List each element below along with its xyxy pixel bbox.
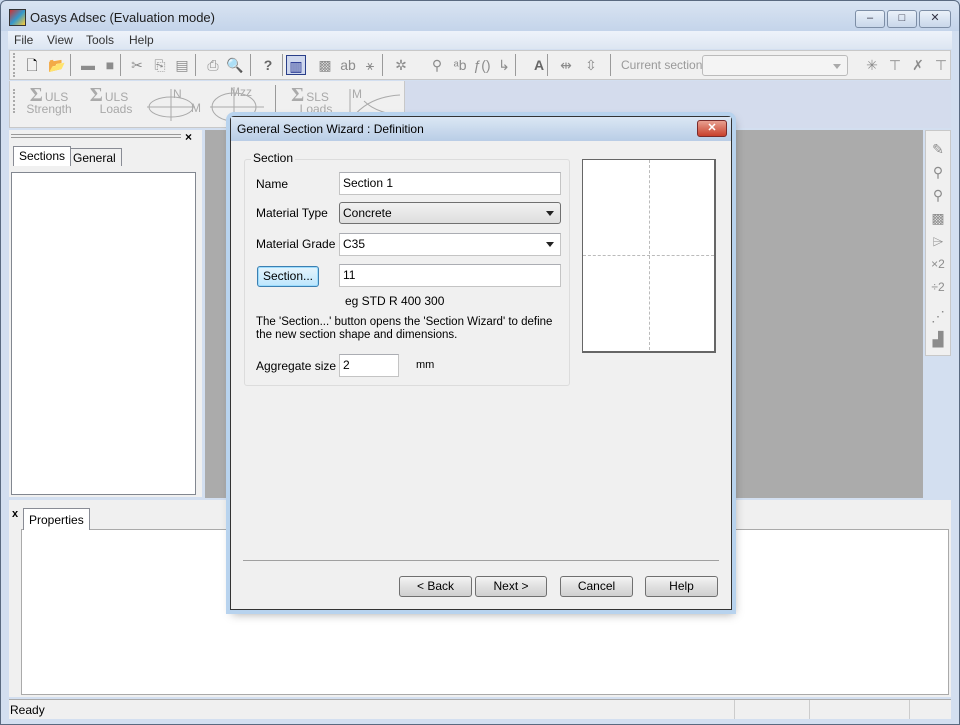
new-section-icon[interactable]: ✳ — [862, 55, 882, 75]
close-properties-icon[interactable]: x — [12, 508, 18, 520]
uls-strength-button[interactable]: Σ ULS Strength — [22, 85, 76, 115]
graph-icon[interactable]: ⋰ — [928, 306, 948, 326]
arrow-icon[interactable]: ↳ — [494, 55, 514, 75]
name-input[interactable]: Section 1 — [339, 172, 561, 195]
aggregate-size-label: Aggregate size — [256, 359, 337, 373]
print-icon[interactable]: ⎙ — [203, 55, 223, 75]
uls-loads-button[interactable]: Σ ULS Loads — [84, 85, 134, 115]
grid-view-icon[interactable]: ▥ — [286, 55, 306, 75]
open-folder-icon[interactable]: 📂 — [47, 55, 67, 75]
app-icon — [9, 9, 26, 26]
name-label: Name — [256, 177, 289, 191]
close-button[interactable]: ✕ — [919, 10, 951, 28]
tab-general[interactable]: General — [67, 148, 122, 166]
close-panel-icon[interactable]: × — [185, 130, 192, 144]
toolbar-separator — [70, 54, 71, 76]
current-section-label: Current section — [621, 58, 703, 72]
divider — [243, 560, 719, 561]
help-icon[interactable]: ? — [258, 55, 278, 75]
section-preview — [582, 159, 716, 353]
menu-file[interactable]: File — [14, 33, 33, 47]
cut-icon[interactable]: ✂ — [127, 55, 147, 75]
divide-two-icon[interactable]: ÷2 — [928, 277, 948, 297]
magic-wand-icon[interactable]: ✲ — [391, 55, 411, 75]
delete-section-icon[interactable]: ✗ — [908, 55, 928, 75]
sls-loads-button[interactable]: Σ SLS Loads — [286, 85, 334, 115]
n-m-interaction-button[interactable]: NM — [145, 87, 203, 123]
view-toolbar: ✎ ⚲ ⚲ ▩ ⌲ ×2 ÷2 ⋰ ▟ — [925, 130, 951, 356]
section-wizard-dialog: General Section Wizard : Definition ✕ Se… — [230, 116, 732, 610]
zoom-out-icon[interactable]: ⚲ — [928, 185, 948, 205]
minimize-button[interactable]: – — [855, 10, 885, 28]
example-text: eg STD R 400 300 — [345, 294, 445, 308]
toolbar-separator — [515, 54, 516, 76]
toolbar-separator — [610, 54, 611, 76]
tab-properties[interactable]: Properties — [23, 508, 90, 530]
mesh-view-icon[interactable]: ▩ — [315, 55, 335, 75]
menu-bar: File View Tools Help — [8, 31, 952, 49]
multiply-two-icon[interactable]: ×2 — [928, 254, 948, 274]
section-wizard-button[interactable]: Section... — [257, 266, 319, 287]
toolbar-separator — [195, 54, 196, 76]
tag-icon[interactable]: ⌲ — [928, 231, 948, 251]
section-definition-input[interactable]: 11 — [339, 264, 561, 287]
vertical-dimension-icon[interactable]: ⇳ — [581, 55, 601, 75]
aggregate-size-input[interactable]: 2 — [339, 354, 399, 377]
toolbar-separator — [250, 54, 251, 76]
back-button[interactable]: < Back — [399, 576, 472, 597]
help-button[interactable]: Help — [645, 576, 718, 597]
material-type-select[interactable]: Concrete — [339, 202, 561, 224]
chevron-down-icon — [833, 64, 841, 69]
dialog-close-button[interactable]: ✕ — [697, 120, 727, 137]
font-icon[interactable]: A — [529, 55, 549, 75]
tab-sections[interactable]: Sections — [13, 146, 72, 166]
material-type-label: Material Type — [256, 206, 328, 220]
label-view-icon[interactable]: ab — [338, 55, 358, 75]
symbol-view-icon[interactable]: ⚹ — [360, 55, 380, 75]
status-bar: Ready — [9, 699, 951, 719]
horizontal-dimension-icon[interactable]: ⇹ — [556, 55, 576, 75]
chart-icon[interactable]: ▟ — [928, 329, 948, 349]
chevron-down-icon — [546, 242, 554, 247]
zoom-fit-icon[interactable]: ▩ — [928, 208, 948, 228]
print-preview-icon[interactable]: 🔍 — [225, 55, 245, 75]
window-title: Oasys Adsec (Evaluation mode) — [30, 10, 215, 25]
sections-list[interactable] — [11, 172, 196, 495]
cancel-button[interactable]: Cancel — [560, 576, 633, 597]
material-grade-label: Material Grade — [256, 237, 336, 251]
dialog-title: General Section Wizard : Definition — [237, 122, 424, 136]
menu-view[interactable]: View — [47, 33, 73, 47]
replace-text-icon[interactable]: ᵃb — [450, 55, 470, 75]
section-group-label: Section — [251, 151, 296, 165]
find-icon[interactable]: ⚲ — [427, 55, 447, 75]
status-text: Ready — [10, 703, 45, 717]
current-section-dropdown[interactable] — [702, 55, 848, 76]
sections-panel: × Sections General — [9, 130, 202, 497]
chevron-down-icon — [546, 211, 554, 216]
toolbar-separator — [382, 54, 383, 76]
menu-tools[interactable]: Tools — [86, 33, 114, 47]
pencil-icon[interactable]: ✎ — [928, 139, 948, 159]
zoom-in-icon[interactable]: ⚲ — [928, 162, 948, 182]
maximize-button[interactable]: □ — [887, 10, 917, 28]
copy-section-icon[interactable]: ⊤ — [931, 55, 951, 75]
hint-text: The 'Section...' button opens the 'Secti… — [256, 316, 553, 341]
next-button[interactable]: Next > — [475, 576, 547, 597]
toolbar-separator — [120, 54, 121, 76]
section-properties-icon[interactable]: ⊤ — [885, 55, 905, 75]
open-data-icon[interactable]: ▬ — [78, 55, 98, 75]
copy-icon[interactable]: ⎘ — [150, 55, 170, 75]
main-toolbar: 🗋 📂 ▬ ■ ✂ ⎘ ▤ ⎙ 🔍? ▥ ▩ ab ⚹ ✲ ⚲ ᵃb ƒ() ↳ A ⇹ ⇳ Current secti… — [9, 50, 951, 80]
new-file-icon[interactable]: 🗋 — [22, 55, 42, 75]
paste-icon[interactable]: ▤ — [172, 55, 192, 75]
material-grade-combo[interactable]: C35 — [339, 233, 561, 256]
toolbar-separator — [282, 54, 283, 76]
aggregate-unit: mm — [416, 359, 435, 371]
menu-help[interactable]: Help — [129, 33, 154, 47]
function-icon[interactable]: ƒ() — [472, 55, 492, 75]
save-icon[interactable]: ■ — [100, 55, 120, 75]
